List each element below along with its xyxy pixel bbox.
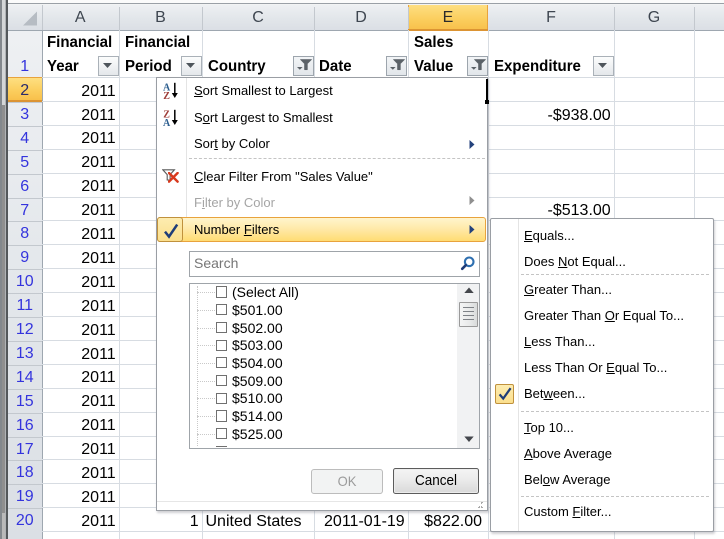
svg-text:A: A [162,117,170,125]
svg-text:Z: Z [163,90,170,98]
